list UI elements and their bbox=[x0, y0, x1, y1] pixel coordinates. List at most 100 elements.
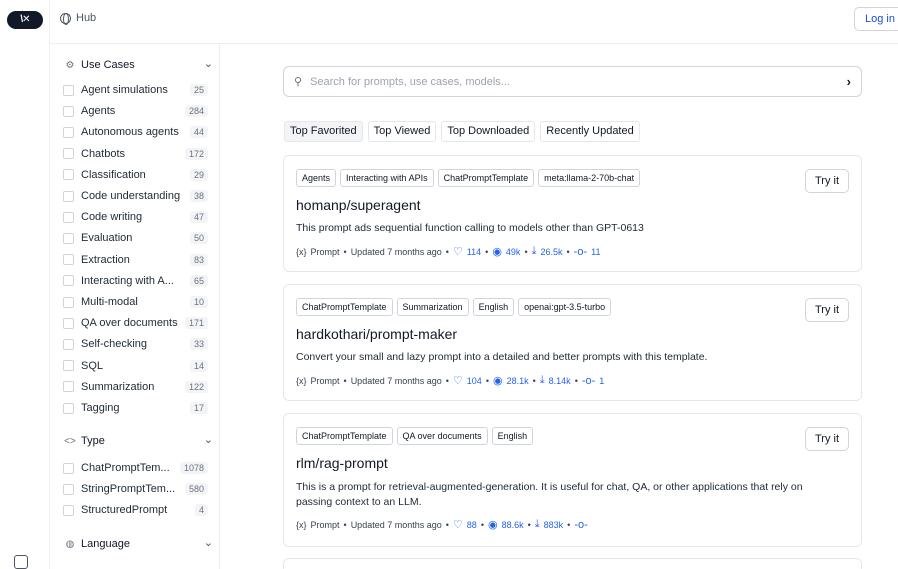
separator: • bbox=[524, 246, 528, 257]
settings-icon[interactable] bbox=[14, 555, 28, 569]
downloads-count: 26.5k bbox=[540, 246, 563, 257]
filter-item[interactable]: Autonomous agents 44 bbox=[63, 124, 208, 140]
checkbox[interactable] bbox=[63, 360, 74, 372]
prompt-card[interactable]: ChatPromptTemplate QA over documents Engli… bbox=[283, 413, 862, 547]
checkbox[interactable] bbox=[63, 148, 74, 160]
tab-top-favorited[interactable]: Top Favorited bbox=[284, 121, 363, 142]
filter-label: StructuredPrompt bbox=[81, 504, 168, 517]
checkbox[interactable] bbox=[63, 126, 74, 138]
filter-item[interactable]: Tagging 17 bbox=[63, 400, 208, 416]
checkbox[interactable] bbox=[63, 402, 74, 414]
tab-recently-updated[interactable]: Recently Updated bbox=[540, 121, 640, 142]
filter-item[interactable]: StringPromptTem... 580 bbox=[63, 481, 208, 497]
checkbox[interactable] bbox=[63, 483, 74, 495]
filter-item[interactable]: Summarization 122 bbox=[63, 379, 208, 395]
chevron-down-icon[interactable]: ⌄ bbox=[204, 433, 213, 446]
filter-item[interactable]: ChatPromptTem... 1078 bbox=[63, 460, 208, 476]
tag-list: Agents Interacting with APIs ChatPromptTem… bbox=[296, 169, 641, 187]
filter-item[interactable]: Extraction 83 bbox=[63, 252, 208, 268]
filter-item[interactable]: Agents 284 bbox=[63, 103, 208, 119]
filter-item[interactable]: Interacting with A... 65 bbox=[63, 273, 208, 289]
checkbox[interactable] bbox=[63, 317, 74, 329]
checkbox[interactable] bbox=[63, 190, 74, 202]
checkbox[interactable] bbox=[63, 211, 74, 223]
login-button[interactable]: Log in bbox=[854, 7, 898, 31]
tag[interactable]: Interacting with APIs bbox=[340, 169, 434, 187]
try-it-button[interactable]: Try it bbox=[804, 298, 849, 322]
checkbox[interactable] bbox=[63, 232, 74, 244]
filter-item[interactable]: Chatbots 172 bbox=[63, 146, 208, 162]
tag[interactable]: ChatPromptTemplate bbox=[437, 169, 535, 187]
filter-label: Classification bbox=[81, 168, 146, 181]
count-badge: 1078 bbox=[179, 462, 208, 474]
count-badge: 172 bbox=[184, 147, 208, 160]
commits-count: 1 bbox=[599, 375, 605, 386]
checkbox[interactable] bbox=[63, 381, 74, 393]
heart-icon[interactable]: ♡ bbox=[453, 245, 463, 258]
try-it-button[interactable]: Try it bbox=[804, 427, 849, 451]
card-meta: {x} Prompt • Updated 7 months ago • ♡ 114 • ◉ 49k… bbox=[296, 245, 600, 258]
filter-item[interactable]: Classification 29 bbox=[63, 167, 208, 183]
section-use-cases[interactable]: ⚙ Use Cases ⌄ bbox=[63, 57, 213, 73]
chevron-right-icon[interactable]: › bbox=[847, 74, 851, 89]
count-badge: 4 bbox=[194, 504, 208, 517]
tag[interactable]: ChatPromptTemplate bbox=[296, 427, 393, 445]
search-input[interactable] bbox=[310, 75, 847, 88]
filter-item[interactable]: Code understanding 38 bbox=[63, 188, 208, 204]
tag[interactable]: QA over documents bbox=[396, 427, 488, 445]
card-meta: {x} Prompt • Updated 7 months ago • ♡ 88 • ◉ 88.6… bbox=[296, 518, 592, 531]
checkbox[interactable] bbox=[63, 504, 74, 516]
views-count: 28.1k bbox=[506, 375, 529, 386]
chevron-down-icon[interactable]: ⌄ bbox=[204, 57, 213, 70]
tag[interactable]: Agents bbox=[296, 169, 337, 187]
tag[interactable]: Summarization bbox=[396, 298, 469, 316]
checkbox[interactable] bbox=[63, 169, 74, 181]
logo-icon[interactable]: \✕ bbox=[7, 11, 43, 29]
prompt-card[interactable]: ChatPromptTemplate Summarization English op… bbox=[283, 284, 862, 401]
tag[interactable]: ChatPromptTemplate bbox=[296, 298, 393, 316]
checkbox[interactable] bbox=[63, 338, 74, 350]
filter-item[interactable]: Agent simulations 25 bbox=[63, 82, 208, 98]
eye-icon: ◉ bbox=[492, 246, 502, 258]
filter-item[interactable]: SQL 14 bbox=[63, 358, 208, 374]
section-language[interactable]: ◍ Language ⌄ bbox=[63, 536, 213, 552]
tag[interactable]: English bbox=[472, 298, 515, 316]
tag-list: ChatPromptTemplate Summarization English op… bbox=[296, 298, 612, 316]
search-bar[interactable]: ⚲ › bbox=[283, 66, 862, 97]
tag[interactable]: openai:gpt-3.5-turbo bbox=[518, 298, 612, 316]
filter-label: Summarization bbox=[81, 380, 155, 393]
card-partial[interactable] bbox=[283, 558, 862, 569]
filter-label: Chatbots bbox=[81, 147, 126, 160]
card-title[interactable]: rlm/rag-prompt bbox=[296, 455, 388, 471]
checkbox[interactable] bbox=[63, 84, 74, 96]
download-icon: ⤓ bbox=[534, 518, 540, 530]
checkbox[interactable] bbox=[63, 296, 74, 308]
filter-label: Tagging bbox=[81, 402, 120, 414]
card-description: This prompt ads sequential function call… bbox=[296, 222, 644, 234]
checkbox[interactable] bbox=[63, 105, 74, 117]
filter-item[interactable]: QA over documents 171 bbox=[63, 315, 208, 331]
card-title[interactable]: hardkothari/prompt-maker bbox=[296, 326, 457, 342]
checkbox[interactable] bbox=[63, 462, 74, 474]
tag[interactable]: English bbox=[491, 427, 534, 445]
chevron-down-icon[interactable]: ⌄ bbox=[204, 536, 213, 549]
tab-top-viewed[interactable]: Top Viewed bbox=[367, 121, 437, 142]
filter-item[interactable]: Self-checking 33 bbox=[63, 336, 208, 352]
section-type[interactable]: <> Type ⌄ bbox=[63, 433, 213, 449]
checkbox[interactable] bbox=[63, 275, 74, 287]
checkbox[interactable] bbox=[63, 254, 74, 266]
filter-item[interactable]: Evaluation 50 bbox=[63, 230, 208, 246]
filter-item[interactable]: Multi-modal 10 bbox=[63, 294, 208, 310]
card-title[interactable]: homanp/superagent bbox=[296, 197, 421, 213]
heart-icon[interactable]: ♡ bbox=[453, 374, 463, 387]
prompt-card[interactable]: Agents Interacting with APIs ChatPromptTem… bbox=[283, 155, 862, 272]
tag-list: ChatPromptTemplate QA over documents Engli… bbox=[296, 427, 534, 445]
filter-item[interactable]: StructuredPrompt 4 bbox=[63, 502, 208, 518]
heart-icon[interactable]: ♡ bbox=[453, 518, 463, 531]
try-it-button[interactable]: Try it bbox=[804, 169, 849, 193]
filter-label: Evaluation bbox=[81, 232, 133, 245]
hub-breadcrumb[interactable]: Hub bbox=[60, 12, 96, 25]
tab-top-downloaded[interactable]: Top Downloaded bbox=[441, 121, 536, 142]
tag[interactable]: meta:llama-2-70b-chat bbox=[538, 169, 641, 187]
filter-item[interactable]: Code writing 47 bbox=[63, 209, 208, 225]
